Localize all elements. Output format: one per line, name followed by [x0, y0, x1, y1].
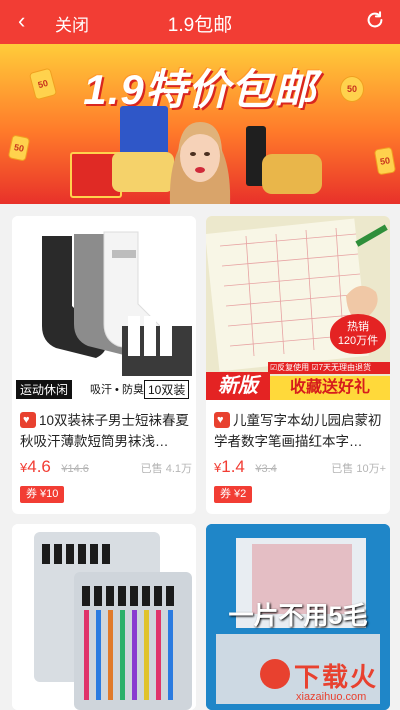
coupon-badge[interactable]: 券 ¥2: [214, 486, 253, 503]
price-value: 1.4: [221, 457, 245, 476]
cream-jar-illustration: [262, 154, 322, 194]
product-card[interactable]: 运动休闲 吸汗 • 防臭 10双装 10双装袜子男士短袜春夏秋吸汗薄款短筒男袜浅…: [12, 216, 196, 514]
brand-heart-icon: [214, 412, 230, 428]
image-caption: 一片不用5毛: [228, 602, 368, 630]
coin-decoration: 50: [373, 146, 397, 176]
image-banner-left: 新版: [206, 372, 270, 400]
product-title-text: 儿童写字本幼儿园启蒙初学者数字笔画描红本字…: [214, 413, 382, 449]
watermark-url: xiazaihuo.com: [296, 691, 367, 703]
sold-count: 已售 10万+: [331, 463, 386, 475]
image-feature-strip: ☑反复使用 ☑7天无理由退货: [268, 362, 390, 374]
image-caption-left: 运动休闲: [16, 380, 73, 399]
product-image: 运动休闲 吸汗 • 防臭 10双装: [12, 216, 196, 400]
bestseller-badge: 热销 120万件: [330, 314, 386, 354]
product-image: [12, 524, 196, 710]
product-title-text: 10双装袜子男士短袜春夏秋吸汗薄款短筒男袜浅…: [20, 413, 190, 449]
top-bar: ‹ 关闭 1.9包邮: [0, 0, 400, 44]
model-portrait-illustration: [169, 122, 231, 204]
product-card[interactable]: [12, 524, 196, 710]
refresh-icon[interactable]: [364, 9, 386, 31]
badge-line-1: 热销: [347, 321, 369, 333]
current-price: ¥4.6: [20, 457, 51, 476]
product-image: 热销 120万件 ☑反复使用 ☑7天无理由退货 新版 收藏送好礼: [206, 216, 390, 400]
original-price: ¥14.6: [61, 463, 89, 475]
watermark-logo: 下载火 xiazaihuo.com: [236, 655, 396, 707]
watermark-icon: [260, 659, 290, 689]
image-caption-mid: 吸汗 • 防臭: [90, 384, 144, 396]
product-title: 10双装袜子男士短袜春夏秋吸汗薄款短筒男袜浅…: [20, 410, 190, 452]
sold-count: 已售 4.1万: [140, 463, 192, 475]
original-price: ¥3.4: [255, 463, 277, 475]
promo-banner[interactable]: 50 50 50 50 1.9特价包邮: [0, 44, 400, 204]
socks-illustration: [12, 231, 196, 400]
coin-decoration: 50: [7, 134, 31, 162]
product-card[interactable]: 热销 120万件 ☑反复使用 ☑7天无理由退货 新版 收藏送好礼 儿童写字本幼儿…: [206, 216, 390, 514]
price-row: ¥4.6 ¥14.6 已售 4.1万: [20, 457, 192, 477]
badge-line-2: 120万件: [337, 335, 379, 347]
brand-heart-icon: [20, 412, 36, 428]
image-banner-right: 收藏送好礼: [270, 376, 390, 400]
watermark-text: 下载火: [294, 662, 379, 692]
price-row: ¥1.4 ¥3.4 已售 10万+: [214, 457, 386, 477]
image-caption-right: 10双装: [144, 380, 190, 399]
coupon-badge[interactable]: 券 ¥10: [20, 486, 65, 503]
product-title: 儿童写字本幼儿园启蒙初学者数字笔画描红本字…: [214, 410, 384, 452]
price-value: 4.6: [27, 457, 51, 476]
current-price: ¥1.4: [214, 457, 245, 476]
toothbrush-pack-illustration: [34, 532, 192, 710]
page-title: 1.9包邮: [167, 15, 233, 36]
